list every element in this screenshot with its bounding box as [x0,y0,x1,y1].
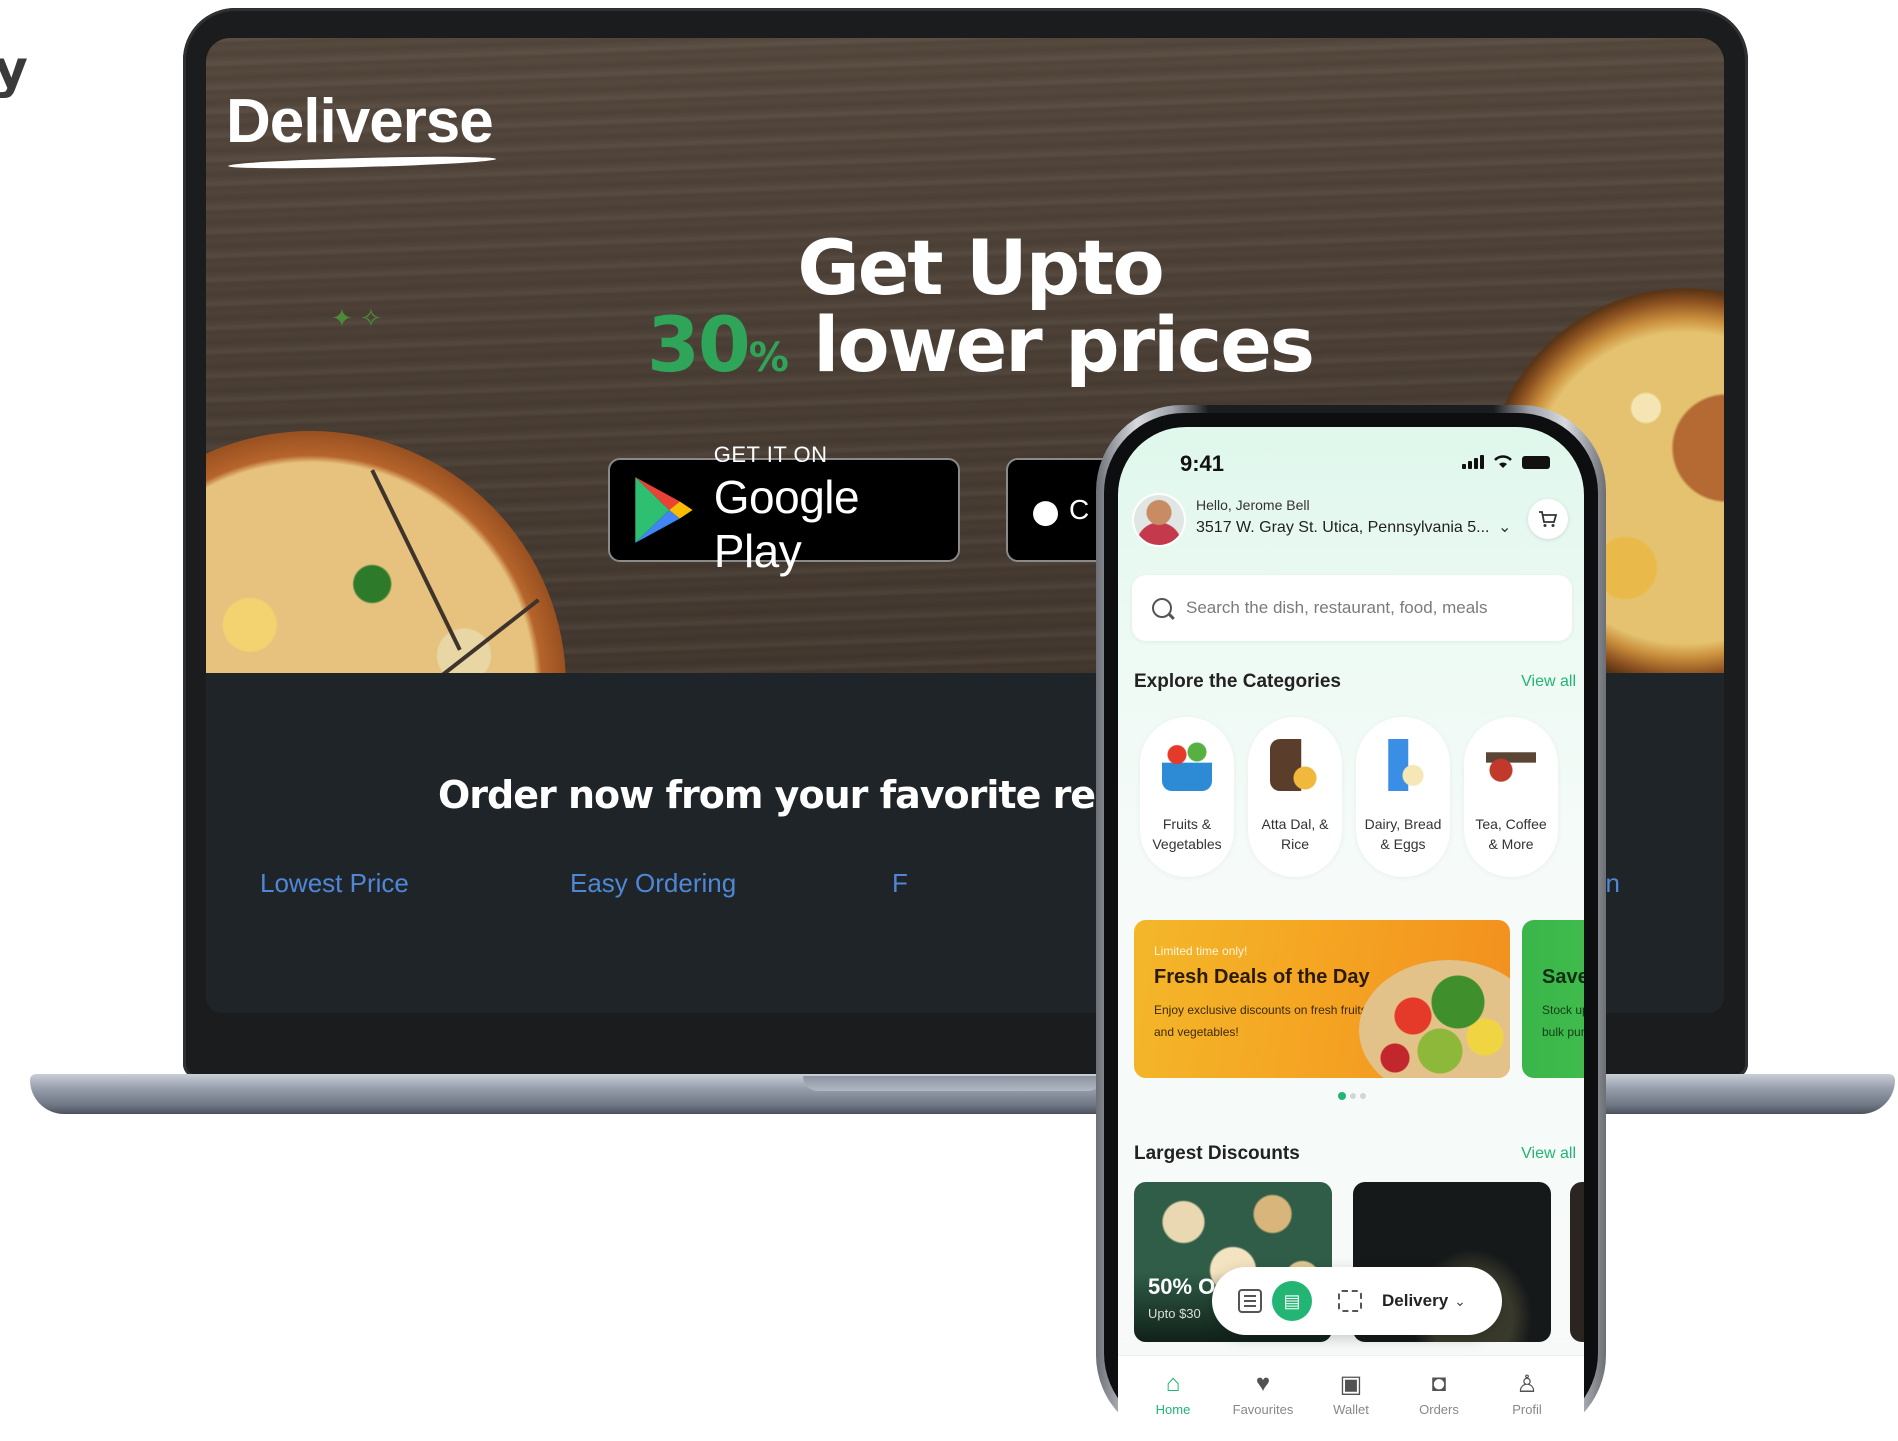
vegetables-image [1359,960,1510,1078]
google-play-small-label: GET IT ON [713,442,828,467]
tea-coffee-icon [1486,739,1536,791]
laptop-trackpad-notch [803,1076,1103,1091]
category-tea-coffee[interactable]: Tea, Coffee & More [1464,717,1558,877]
search-input[interactable]: Search the dish, restaurant, food, meals [1132,575,1572,641]
categories-title: Explore the Categories [1134,671,1341,692]
category-fruits-vegetables[interactable]: Fruits & Vegetables [1140,717,1234,877]
corner-text-fragment: y [0,40,28,100]
category-label: Dairy, Bread & Eggs [1364,816,1442,852]
carousel-dot[interactable] [1350,1093,1356,1099]
hero-percent-sign: % [748,335,789,381]
chevron-down-icon[interactable]: ⌄ [1498,517,1511,537]
tab-orders[interactable]: ◘ Orders [1394,1370,1484,1417]
wifi-icon [1494,455,1512,468]
deal-title: Save [1542,966,1584,988]
discount-subtext: Upto $30 [1148,1306,1201,1321]
menu-list-icon[interactable] [1238,1289,1262,1313]
heart-icon: ♥ [1255,1370,1271,1397]
discount-percent: 50% O [1148,1274,1216,1299]
tab-wallet[interactable]: ▣ Wallet [1306,1370,1396,1417]
category-label: Fruits & Vegetables [1152,816,1222,852]
deal-description: Enjoy exclusive discounts on fresh fruit… [1154,1003,1367,1039]
phone-screen: 9:41 Hello, Jerome Bell 3517 W. Gray St.… [1118,427,1584,1441]
deal-banner-fresh[interactable]: Limited time only! Fresh Deals of the Da… [1134,920,1510,1078]
map-icon[interactable]: ▤ [1272,1281,1312,1321]
categories-view-all-link[interactable]: View all [1521,673,1576,691]
home-icon: ⌂ [1165,1370,1181,1397]
atta-dal-rice-icon [1270,739,1320,791]
apple-icon: ● [1028,477,1064,543]
feature-link-partial[interactable]: F [892,868,908,899]
google-play-button[interactable]: GET IT ON Google Play [608,442,960,577]
battery-icon [1522,456,1550,469]
carousel-indicator[interactable] [1338,1092,1366,1100]
cellular-signal-icon [1462,455,1484,469]
google-play-big-label: Google Play [713,471,860,577]
hero-discount-percent: 30 [646,300,751,389]
status-time: 9:41 [1180,451,1225,476]
person-icon: ♙ [1516,1371,1538,1398]
tab-label: Home [1155,1402,1191,1417]
tab-profile[interactable]: ♙ Profil [1482,1370,1572,1417]
deal-banner-save[interactable]: Save Stock up bulk pur [1522,920,1584,1078]
dairy-bread-eggs-icon [1378,739,1428,791]
hero-headline-rest: lower prices [788,300,1315,389]
tab-label: Profil [1512,1402,1542,1417]
hero-headline-line2: 30% lower prices [221,300,1724,389]
greeting-text: Hello, Jerome Bell [1196,497,1310,513]
deal-tag: Limited time only! [1154,944,1248,958]
tab-home[interactable]: ⌂ Home [1128,1370,1218,1417]
carousel-dot-active[interactable] [1338,1092,1346,1100]
deal-title: Fresh Deals of the Day [1154,966,1370,988]
website-tagline: Order now from your favorite restau [438,773,1186,817]
fruits-vegetables-icon [1162,739,1212,791]
search-placeholder: Search the dish, restaurant, food, meals [1186,598,1488,617]
feature-link-lowest-price[interactable]: Lowest Price [260,868,409,899]
scan-icon[interactable] [1338,1290,1362,1312]
bag-icon: ◘ [1431,1370,1447,1397]
feature-link-easy-ordering[interactable]: Easy Ordering [570,868,736,899]
wallet-icon: ▣ [1339,1371,1363,1398]
google-play-text: GET IT ON Google Play [714,442,958,578]
category-dairy-bread-eggs[interactable]: Dairy, Bread & Eggs [1356,717,1450,877]
google-play-icon [635,477,693,543]
cart-button[interactable] [1528,499,1568,539]
stage: y Deliverse ✦ ✧ Get Upto 30% lower price… [0,0,1898,1441]
status-icons [1462,453,1550,469]
tab-label: Favourites [1232,1402,1294,1417]
avatar[interactable] [1132,493,1186,547]
search-icon [1152,598,1172,618]
bottom-tab-bar: ⌂ Home ♥ Favourites ▣ Wallet ◘ Orders ♙ … [1118,1355,1584,1441]
discounts-title: Largest Discounts [1134,1143,1300,1164]
cart-icon [1539,511,1558,527]
discount-card[interactable] [1570,1182,1584,1342]
delivery-mode-select[interactable]: Delivery [1382,1291,1448,1311]
tab-label: Wallet [1333,1402,1369,1417]
brand-logo[interactable]: Deliverse [226,86,494,157]
app-store-partial-label: C [1069,494,1090,525]
category-label: Tea, Coffee & More [1475,816,1547,852]
category-label: Atta Dal, & Rice [1261,816,1329,852]
chevron-down-icon[interactable]: ⌄ [1454,1293,1466,1310]
delivery-address[interactable]: 3517 W. Gray St. Utica, Pennsylvania 5..… [1196,519,1489,537]
tab-favourites[interactable]: ♥ Favourites [1218,1370,1308,1417]
carousel-dot[interactable] [1360,1093,1366,1099]
discounts-view-all-link[interactable]: View all [1521,1145,1576,1163]
hero-headline-line1: Get Upto [797,223,1164,312]
tab-label: Orders [1419,1402,1459,1417]
floating-action-bar: ▤ Delivery ⌄ [1212,1267,1502,1335]
category-atta-dal-rice[interactable]: Atta Dal, & Rice [1248,717,1342,877]
deal-description: Stock up bulk pur [1542,1003,1584,1039]
